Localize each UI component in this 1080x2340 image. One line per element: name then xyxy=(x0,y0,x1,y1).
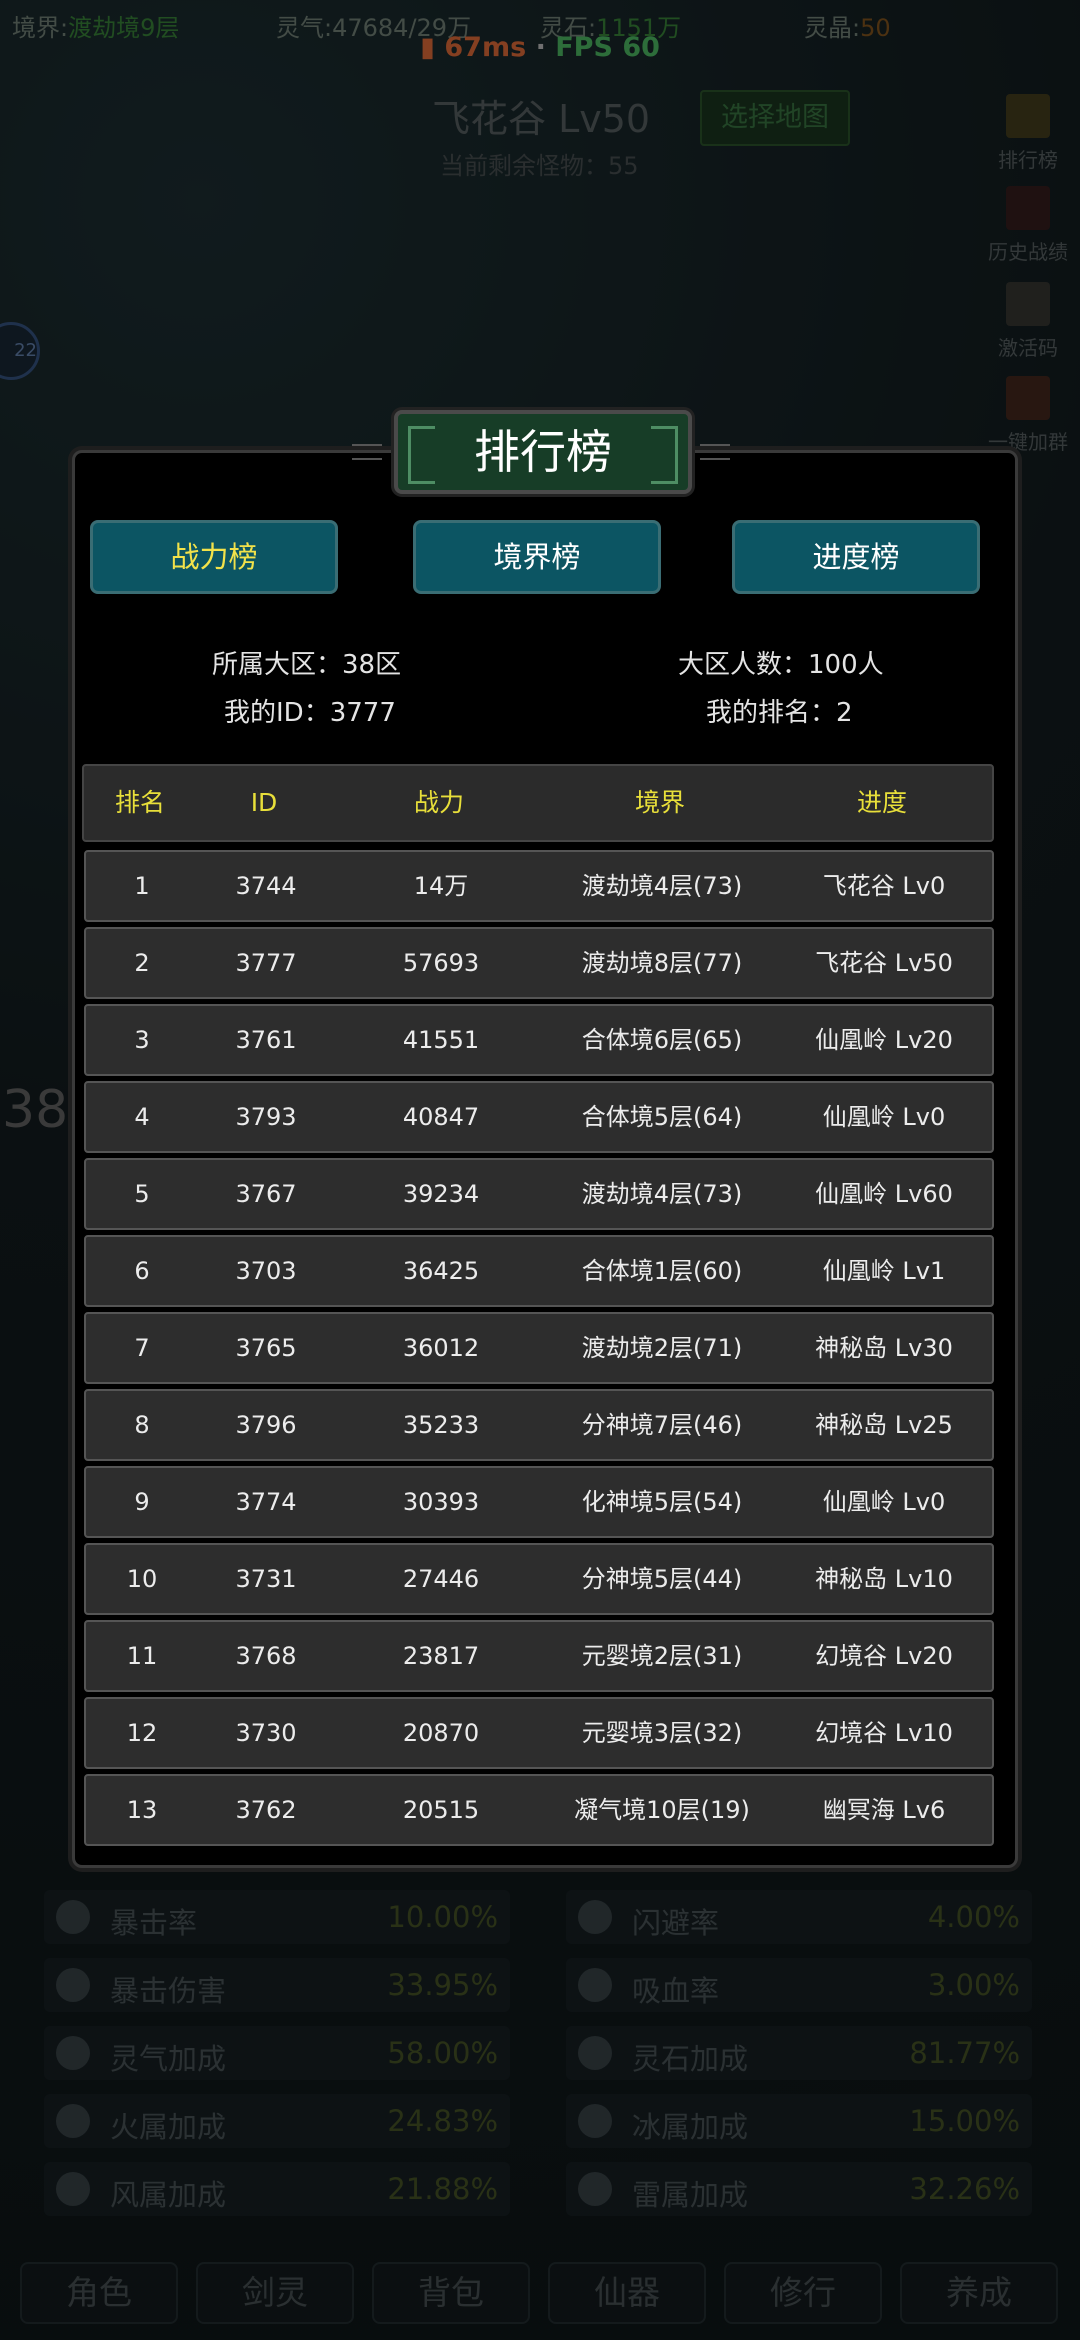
cell-progress: 神秘岛 Lv30 xyxy=(815,1334,953,1362)
cell-progress: 仙凰岭 Lv20 xyxy=(815,1026,953,1054)
cell-power: 20515 xyxy=(402,1796,480,1824)
cell-rank: 3 xyxy=(134,1026,150,1054)
table-row[interactable]: 7 3765 36012 渡劫境2层(71) 神秘岛 Lv30 xyxy=(84,1312,994,1384)
cell-rank: 5 xyxy=(134,1180,150,1208)
region-info: 所属大区：38区 xyxy=(212,650,402,680)
cell-power: 23817 xyxy=(402,1642,480,1670)
cell-progress: 飞花谷 Lv50 xyxy=(815,949,953,977)
cell-realm: 凝气境10层(19) xyxy=(574,1796,750,1824)
col-id: ID xyxy=(250,788,278,817)
cell-id: 3762 xyxy=(235,1796,297,1824)
cell-progress: 仙凰岭 Lv1 xyxy=(822,1257,946,1285)
cell-id: 3793 xyxy=(235,1103,297,1131)
cell-id: 3765 xyxy=(235,1334,297,1362)
cell-progress: 幽冥海 Lv6 xyxy=(822,1796,946,1824)
table-row[interactable]: 2 3777 57693 渡劫境8层(77) 飞花谷 Lv50 xyxy=(84,927,994,999)
ornament-left-icon xyxy=(408,426,435,484)
cell-power: 36425 xyxy=(402,1257,480,1285)
tab-progress[interactable]: 进度榜 xyxy=(732,520,980,594)
cell-power: 36012 xyxy=(402,1334,480,1362)
cell-progress: 神秘岛 Lv10 xyxy=(815,1565,953,1593)
cell-progress: 飞花谷 Lv0 xyxy=(822,872,946,900)
col-rank: 排名 xyxy=(114,788,165,817)
cell-id: 3796 xyxy=(235,1411,297,1439)
cell-power: 35233 xyxy=(402,1411,480,1439)
cell-id: 3777 xyxy=(235,949,297,977)
cell-id: 3744 xyxy=(235,872,297,900)
cell-realm: 渡劫境2层(71) xyxy=(581,1334,743,1362)
table-row[interactable]: 11 3768 23817 元婴境2层(31) 幻境谷 Lv20 xyxy=(84,1620,994,1692)
cell-rank: 12 xyxy=(126,1719,158,1747)
table-row[interactable]: 13 3762 20515 凝气境10层(19) 幽冥海 Lv6 xyxy=(84,1774,994,1846)
cell-power: 40847 xyxy=(402,1103,480,1131)
cell-realm: 合体境6层(65) xyxy=(581,1026,743,1054)
cell-realm: 元婴境2层(31) xyxy=(581,1642,743,1670)
cell-id: 3767 xyxy=(235,1180,297,1208)
cell-realm: 元婴境3层(32) xyxy=(581,1719,743,1747)
cell-progress: 仙凰岭 Lv0 xyxy=(822,1103,946,1131)
modal-title: 排行榜 xyxy=(394,410,692,494)
cell-power: 41551 xyxy=(402,1026,480,1054)
cell-rank: 8 xyxy=(134,1411,150,1439)
cell-power: 14万 xyxy=(413,872,469,900)
cell-rank: 6 xyxy=(134,1257,150,1285)
population-info: 大区人数：100人 xyxy=(678,650,884,680)
cell-power: 30393 xyxy=(402,1488,480,1516)
table-row[interactable]: 5 3767 39234 渡劫境4层(73) 仙凰岭 Lv60 xyxy=(84,1158,994,1230)
cell-realm: 合体境1层(60) xyxy=(581,1257,743,1285)
cell-rank: 4 xyxy=(134,1103,150,1131)
cell-id: 3761 xyxy=(235,1026,297,1054)
cell-realm: 化神境5层(54) xyxy=(581,1488,743,1516)
title-ornament-left xyxy=(352,444,382,460)
cell-progress: 仙凰岭 Lv60 xyxy=(815,1180,953,1208)
cell-rank: 7 xyxy=(134,1334,150,1362)
table-header: 排名 ID 战力 境界 进度 xyxy=(82,764,994,842)
table-row[interactable]: 3 3761 41551 合体境6层(65) 仙凰岭 Lv20 xyxy=(84,1004,994,1076)
cell-realm: 渡劫境8层(77) xyxy=(581,949,743,977)
table-row[interactable]: 4 3793 40847 合体境5层(64) 仙凰岭 Lv0 xyxy=(84,1081,994,1153)
cell-progress: 神秘岛 Lv25 xyxy=(815,1411,953,1439)
cell-rank: 11 xyxy=(126,1642,158,1670)
my-id-info: 我的ID：3777 xyxy=(224,698,396,728)
leaderboard-table[interactable]: 排名 ID 战力 境界 进度 1 3744 14万 渡劫境4层(73) 飞花谷 Lv0 2… xyxy=(82,764,994,1850)
cell-rank: 9 xyxy=(134,1488,150,1516)
leaderboard-tabs: 战力榜 境界榜 进度榜 xyxy=(90,520,980,594)
table-row[interactable]: 10 3731 27446 分神境5层(44) 神秘岛 Lv10 xyxy=(84,1543,994,1615)
table-row[interactable]: 8 3796 35233 分神境7层(46) 神秘岛 Lv25 xyxy=(84,1389,994,1461)
my-rank-info: 我的排名：2 xyxy=(706,698,853,728)
cell-power: 20870 xyxy=(402,1719,480,1747)
table-row[interactable]: 6 3703 36425 合体境1层(60) 仙凰岭 Lv1 xyxy=(84,1235,994,1307)
cell-rank: 13 xyxy=(126,1796,158,1824)
cell-realm: 渡劫境4层(73) xyxy=(581,1180,743,1208)
cell-realm: 渡劫境4层(73) xyxy=(581,872,743,900)
cell-power: 27446 xyxy=(402,1565,480,1593)
cell-realm: 分神境5层(44) xyxy=(581,1565,743,1593)
cell-rank: 10 xyxy=(126,1565,158,1593)
table-row[interactable]: 12 3730 20870 元婴境3层(32) 幻境谷 Lv10 xyxy=(84,1697,994,1769)
cell-power: 57693 xyxy=(402,949,480,977)
cell-id: 3731 xyxy=(235,1565,297,1593)
cell-rank: 2 xyxy=(134,949,150,977)
cell-id: 3730 xyxy=(235,1719,297,1747)
cell-progress: 仙凰岭 Lv0 xyxy=(822,1488,946,1516)
cell-id: 3703 xyxy=(235,1257,297,1285)
col-realm: 境界 xyxy=(634,788,685,817)
cell-realm: 合体境5层(64) xyxy=(581,1103,743,1131)
cell-id: 3768 xyxy=(235,1642,297,1670)
cell-progress: 幻境谷 Lv20 xyxy=(815,1642,953,1670)
cell-power: 39234 xyxy=(402,1180,480,1208)
ornament-right-icon xyxy=(651,426,678,484)
cell-id: 3774 xyxy=(235,1488,297,1516)
cell-realm: 分神境7层(46) xyxy=(581,1411,743,1439)
table-row[interactable]: 9 3774 30393 化神境5层(54) 仙凰岭 Lv0 xyxy=(84,1466,994,1538)
col-power: 战力 xyxy=(413,788,464,817)
cell-rank: 1 xyxy=(134,872,150,900)
col-progress: 进度 xyxy=(856,788,907,817)
table-row[interactable]: 1 3744 14万 渡劫境4层(73) 飞花谷 Lv0 xyxy=(84,850,994,922)
cell-progress: 幻境谷 Lv10 xyxy=(815,1719,953,1747)
title-ornament-right xyxy=(700,444,730,460)
tab-realm[interactable]: 境界榜 xyxy=(413,520,661,594)
tab-power[interactable]: 战力榜 xyxy=(90,520,338,594)
